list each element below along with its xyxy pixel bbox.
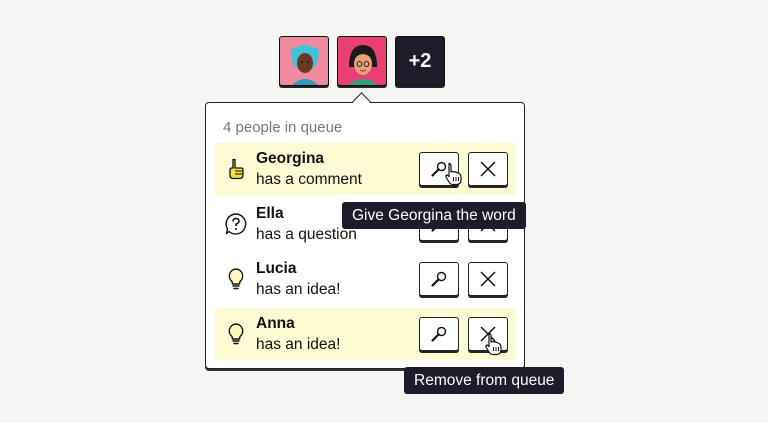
lightbulb-icon: [228, 323, 244, 345]
microphone-icon: [431, 271, 447, 287]
hand-cursor-icon: [445, 162, 462, 186]
participant-name: Anna: [256, 315, 295, 332]
avatar[interactable]: [337, 36, 387, 86]
participant-name: Lucia: [256, 260, 297, 277]
queue-item: Anna has an idea!: [215, 308, 515, 360]
remove-button[interactable]: [468, 262, 508, 296]
give-word-button[interactable]: [419, 262, 459, 296]
participant-name: Ella: [256, 205, 284, 222]
hand-cursor-icon: [485, 332, 502, 356]
more-participants-badge[interactable]: +2: [395, 36, 445, 86]
participant-status: has an idea!: [256, 336, 341, 353]
avatar[interactable]: [279, 36, 329, 86]
close-icon: [480, 271, 496, 287]
question-bubble-icon: [225, 213, 247, 235]
participant-status: has an idea!: [256, 281, 341, 298]
queue-item: Lucia has an idea!: [215, 253, 515, 305]
person-avatar-icon: [291, 45, 319, 85]
participant-status: has a question: [256, 226, 357, 243]
participant-avatars: +2: [279, 36, 445, 86]
remove-tooltip: Remove from queue: [404, 367, 565, 394]
close-icon: [480, 161, 496, 177]
give-word-button[interactable]: [419, 317, 459, 351]
give-word-tooltip: Give Georgina the word: [342, 202, 526, 229]
queue-item: Georgina has a comment: [215, 143, 515, 195]
participant-name: Georgina: [256, 150, 325, 167]
person-avatar-icon: [348, 45, 378, 85]
lightbulb-icon: [228, 268, 244, 290]
remove-button[interactable]: [468, 152, 508, 186]
hand-pointing-icon: [229, 158, 244, 180]
queue-count: 4 people in queue: [223, 119, 343, 136]
participant-status: has a comment: [256, 171, 362, 188]
microphone-icon: [431, 326, 447, 342]
queue-popover: 4 people in queue Georgina has a comment: [205, 102, 525, 369]
